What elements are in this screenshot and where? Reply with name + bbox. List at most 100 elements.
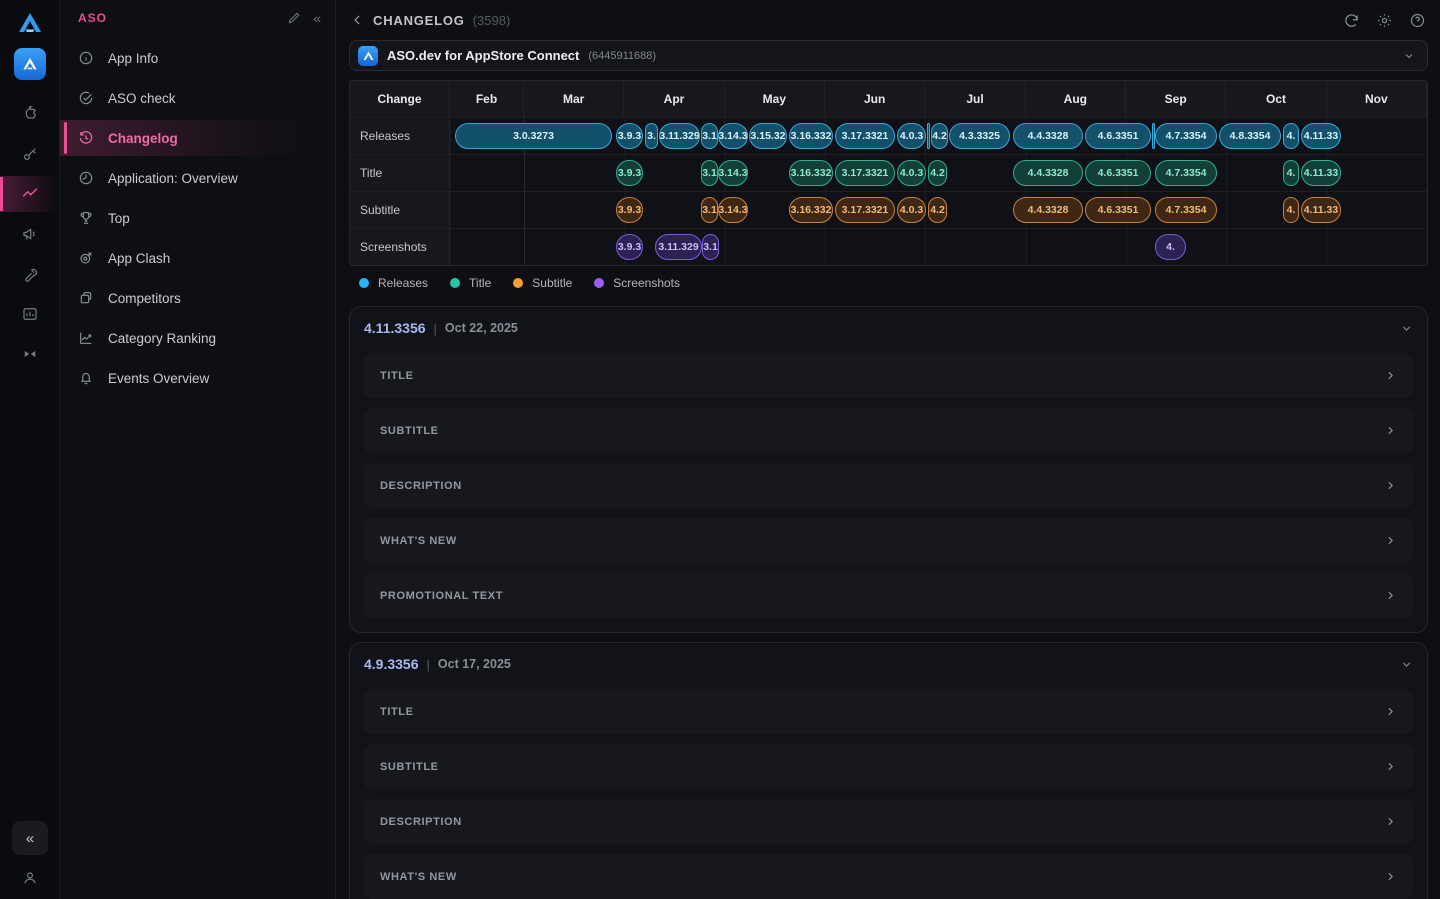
apple-icon[interactable] xyxy=(0,94,60,134)
release-card-4.11.3356: 4.11.3356|Oct 22, 2025 TITLE SUBTITLE DESCR… xyxy=(349,306,1428,633)
edit-pencil-icon[interactable] xyxy=(287,11,301,25)
field-row-description[interactable]: DESCRIPTION xyxy=(364,799,1413,844)
version-pill-4.6.3351[interactable]: 4.6.3351 xyxy=(1085,197,1151,223)
version-pill-4.0.3[interactable]: 4.0.3 xyxy=(897,160,926,186)
sidebar-item-top[interactable]: Top xyxy=(60,200,335,236)
release-card-header[interactable]: 4.11.3356|Oct 22, 2025 xyxy=(364,313,1413,343)
current-app-icon[interactable] xyxy=(14,48,46,80)
version-pill-4.11.33[interactable]: 4.11.33 xyxy=(1301,197,1341,223)
chevron-down-icon[interactable] xyxy=(1400,322,1413,335)
version-pill-4[interactable]: 4. xyxy=(1283,123,1299,149)
sidebar-item-events-overview[interactable]: Events Overview xyxy=(60,360,335,396)
version-pill-4[interactable]: 4. xyxy=(1283,197,1299,223)
sidebar-item-app-info[interactable]: App Info xyxy=(60,40,335,76)
sidebar-item-application-overview[interactable]: Application: Overview xyxy=(60,160,335,196)
field-row-what-s-new[interactable]: WHAT'S NEW xyxy=(364,518,1413,563)
app-selector-id: (6445911688) xyxy=(588,50,656,62)
version-pill-3.9.3[interactable]: 3.9.3 xyxy=(616,123,643,149)
field-label: SUBTITLE xyxy=(380,425,439,437)
user-profile-icon[interactable] xyxy=(0,863,60,893)
version-pill-4.4.3328[interactable]: 4.4.3328 xyxy=(1013,160,1083,186)
analytics-rail-icon[interactable] xyxy=(0,174,60,214)
help-icon[interactable] xyxy=(1409,12,1426,29)
version-pill-3.17.3321[interactable]: 3.17.3321 xyxy=(835,197,895,223)
version-pill-4.7.3354[interactable]: 4.7.3354 xyxy=(1155,197,1217,223)
version-pill-4[interactable]: 4. xyxy=(1155,234,1186,260)
sidebar-item-app-clash[interactable]: App Clash xyxy=(60,240,335,276)
version-pill-4.4.3328[interactable]: 4.4.3328 xyxy=(1013,197,1083,223)
version-pill-4.7.3354[interactable]: 4.7.3354 xyxy=(1155,160,1217,186)
version-pill-4.11.33[interactable]: 4.11.33 xyxy=(1301,160,1341,186)
version-pill-3.1[interactable]: 3.1 xyxy=(701,160,718,186)
version-pill-3.14.3[interactable]: 3.14.3 xyxy=(718,123,748,149)
timeline-header-row: ChangeFebMarAprMayJunJulAugSepOctNov xyxy=(350,81,1427,117)
field-row-promotional-text[interactable]: PROMOTIONAL TEXT xyxy=(364,573,1413,618)
page-title: CHANGELOG xyxy=(373,13,465,28)
version-pill-4.3.3325[interactable]: 4.3.3325 xyxy=(949,123,1010,149)
version-pill-3.11.329[interactable]: 3.11.329 xyxy=(655,234,702,260)
version-pill-3.0.3273[interactable]: 3.0.3273 xyxy=(455,123,612,149)
version-pill-3.17.3321[interactable]: 3.17.3321 xyxy=(835,160,895,186)
field-row-description[interactable]: DESCRIPTION xyxy=(364,463,1413,508)
legend-item-title: Title xyxy=(450,276,491,290)
version-pill-3.9.3[interactable]: 3.9.3 xyxy=(616,234,643,260)
row-label: Releases xyxy=(350,118,450,154)
version-pill-4.4.3328[interactable]: 4.4.3328 xyxy=(1013,123,1083,149)
version-pill-3.1[interactable]: 3.1 xyxy=(701,123,718,149)
sidebar-item-competitors[interactable]: Competitors xyxy=(60,280,335,316)
version-pill-3.17.3321[interactable]: 3.17.3321 xyxy=(835,123,895,149)
column-header-jul: Jul xyxy=(925,81,1025,117)
timeline-row-screenshots: Screenshots3.9.33.11.3293.14. xyxy=(350,228,1427,265)
version-pill-3.14.3[interactable]: 3.14.3 xyxy=(718,197,748,223)
version-pill-3.14.3[interactable]: 3.14.3 xyxy=(718,160,748,186)
version-pill-3.9.3[interactable]: 3.9.3 xyxy=(616,197,643,223)
version-pill-4.6.3351[interactable]: 4.6.3351 xyxy=(1085,123,1151,149)
legend-dot-icon xyxy=(450,278,460,288)
promo-video-icon[interactable] xyxy=(0,334,60,374)
chevron-down-icon[interactable] xyxy=(1400,658,1413,671)
version-pill-3.1[interactable]: 3.1 xyxy=(701,197,718,223)
tools-wrench-icon[interactable] xyxy=(0,254,60,294)
sidebar-item-category-ranking[interactable]: Category Ranking xyxy=(60,320,335,356)
refresh-icon[interactable] xyxy=(1343,12,1360,29)
settings-gear-icon[interactable] xyxy=(1376,12,1393,29)
version-pill-3.11.329[interactable]: 3.11.329 xyxy=(659,123,700,149)
version-pill-3.15.32[interactable]: 3.15.32 xyxy=(749,123,787,149)
legend-label: Screenshots xyxy=(613,276,680,290)
version-pill-4.0.3[interactable]: 4.0.3 xyxy=(897,123,926,149)
version-pill-4.8.3354[interactable]: 4.8.3354 xyxy=(1219,123,1281,149)
reports-chart-icon[interactable] xyxy=(0,294,60,334)
app-selector[interactable]: ASO.dev for AppStore Connect (6445911688… xyxy=(349,40,1428,71)
version-pill-3.16.332[interactable]: 3.16.332 xyxy=(789,123,833,149)
version-pill-4.2[interactable]: 4.2 xyxy=(931,123,948,149)
version-pill-4.2[interactable]: 4.2 xyxy=(928,160,947,186)
megaphone-icon[interactable] xyxy=(0,214,60,254)
version-pill-3.16.332[interactable]: 3.16.332 xyxy=(789,197,833,223)
back-chevron-icon[interactable] xyxy=(351,13,365,27)
version-pill-3[interactable]: 3. xyxy=(645,123,658,149)
version-pill-4.11.33[interactable]: 4.11.33 xyxy=(1301,123,1341,149)
field-row-subtitle[interactable]: SUBTITLE xyxy=(364,408,1413,453)
column-header-apr: Apr xyxy=(624,81,724,117)
version-pill-4.2[interactable]: 4.2 xyxy=(928,197,947,223)
field-row-title[interactable]: TITLE xyxy=(364,689,1413,734)
version-pill-4[interactable]: 4. xyxy=(1283,160,1299,186)
changelog-count: (3598) xyxy=(473,13,511,28)
trophy-icon xyxy=(78,210,96,226)
release-card-header[interactable]: 4.9.3356|Oct 17, 2025 xyxy=(364,649,1413,679)
version-pill-4.6.3351[interactable]: 4.6.3351 xyxy=(1085,160,1151,186)
collapse-rail-button[interactable]: « xyxy=(12,821,48,855)
version-pill-3.9.3[interactable]: 3.9.3 xyxy=(616,160,643,186)
sidebar-item-aso-check[interactable]: ASO check xyxy=(60,80,335,116)
field-row-what-s-new[interactable]: WHAT'S NEW xyxy=(364,854,1413,899)
version-pill-4.0.3[interactable]: 4.0.3 xyxy=(897,197,926,223)
version-pill-3.1[interactable]: 3.1 xyxy=(702,234,719,260)
keywords-key-icon[interactable] xyxy=(0,134,60,174)
version-marker[interactable] xyxy=(927,123,930,149)
collapse-sidebar-icon[interactable]: « xyxy=(313,10,321,26)
version-pill-4.7.3354[interactable]: 4.7.3354 xyxy=(1155,123,1217,149)
field-row-subtitle[interactable]: SUBTITLE xyxy=(364,744,1413,789)
version-pill-3.16.332[interactable]: 3.16.332 xyxy=(789,160,833,186)
field-row-title[interactable]: TITLE xyxy=(364,353,1413,398)
sidebar-item-changelog[interactable]: Changelog xyxy=(60,120,335,156)
